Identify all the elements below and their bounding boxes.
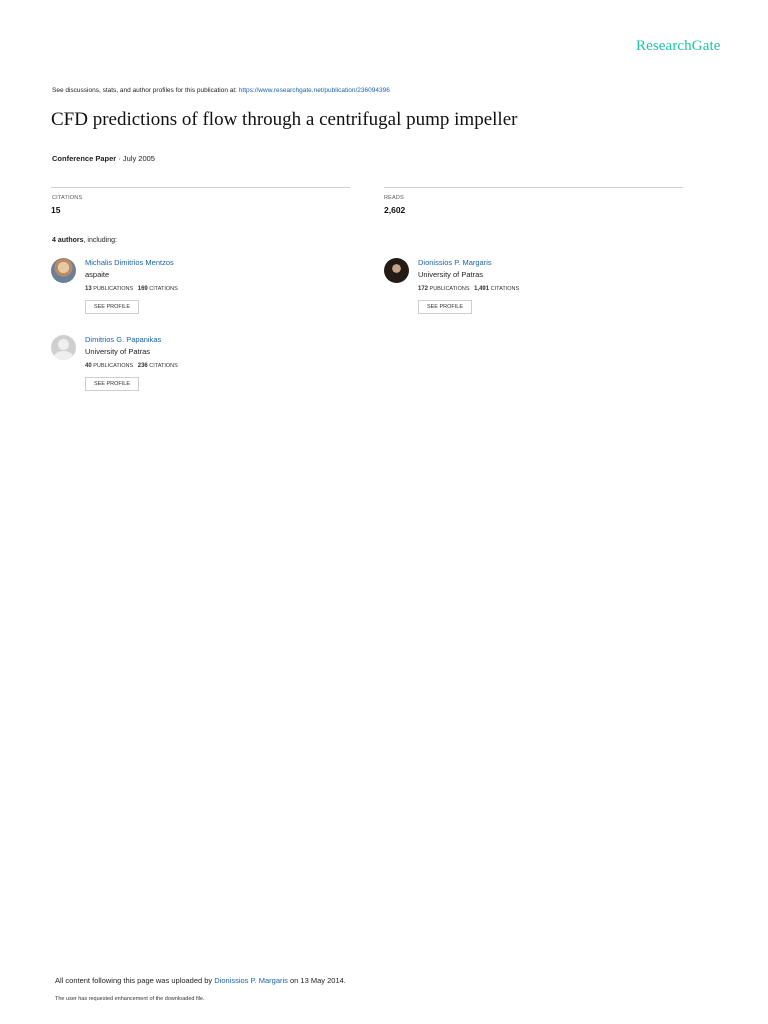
discussion-notice: See discussions, stats, and author profi… xyxy=(52,87,390,94)
author-stats: 172 PUBLICATIONS 1,491 CITATIONS xyxy=(418,286,519,292)
meta-separator: · xyxy=(116,154,123,163)
citations-count: 1,491 xyxy=(474,286,490,292)
paper-meta: Conference Paper · July 2005 xyxy=(52,154,155,163)
see-profile-button[interactable]: SEE PROFILE xyxy=(85,377,139,391)
author-institution: University of Patras xyxy=(85,347,151,356)
upload-notice: All content following this page was uplo… xyxy=(55,976,346,985)
paper-type: Conference Paper xyxy=(52,154,117,163)
citations-count: 236 xyxy=(137,363,148,369)
publications-label: PUBLICATIONS xyxy=(429,286,470,292)
upload-suffix: on 13 May 2014. xyxy=(287,976,346,985)
citations-count: 169 xyxy=(137,286,148,292)
author-institution: University of Patras xyxy=(418,270,484,279)
authors-count: 4 authors xyxy=(52,237,84,244)
authors-suffix: , including: xyxy=(83,237,117,244)
reads-label: READS xyxy=(384,195,404,201)
researchgate-logo[interactable]: ResearchGate xyxy=(636,38,720,55)
see-profile-button[interactable]: SEE PROFILE xyxy=(85,300,139,314)
discussion-text: See discussions, stats, and author profi… xyxy=(52,87,239,94)
citations-count: 15 xyxy=(51,205,61,215)
uploader-link[interactable]: Dionissios P. Margaris xyxy=(214,976,288,985)
citations-divider xyxy=(51,187,350,188)
publications-label: PUBLICATIONS xyxy=(93,286,134,292)
citations-label: CITATIONS xyxy=(52,195,83,201)
publication-link[interactable]: https://www.researchgate.net/publication… xyxy=(239,87,390,94)
citations-label: CITATIONS xyxy=(149,363,178,369)
publications-count: 172 xyxy=(418,286,429,292)
author-name-link[interactable]: Michalis Dimitrios Mentzos xyxy=(85,258,174,267)
author-name-link[interactable]: Dionissios P. Margaris xyxy=(418,258,492,267)
default-avatar-icon[interactable] xyxy=(51,335,76,360)
author-avatar[interactable] xyxy=(51,258,76,283)
upload-prefix: All content following this page was uplo… xyxy=(55,976,215,985)
reads-count: 2,602 xyxy=(384,205,406,215)
publications-count: 13 xyxy=(85,286,92,292)
author-name-link[interactable]: Dimitrios G. Papanikas xyxy=(85,335,161,344)
paper-date: July 2005 xyxy=(122,154,155,163)
citations-label: CITATIONS xyxy=(490,286,520,292)
see-profile-button[interactable]: SEE PROFILE xyxy=(418,300,472,314)
author-institution: aspaite xyxy=(85,270,110,279)
authors-heading: 4 authors, including: xyxy=(52,237,117,244)
paper-title: CFD predictions of flow through a centri… xyxy=(51,109,518,130)
citations-label: CITATIONS xyxy=(149,286,178,292)
author-stats: 13 PUBLICATIONS 169 CITATIONS xyxy=(85,286,178,292)
reads-divider xyxy=(384,187,683,188)
publications-count: 40 xyxy=(85,363,92,369)
enhancement-note: The user has requested enhancement of th… xyxy=(55,996,205,1002)
author-stats: 40 PUBLICATIONS 236 CITATIONS xyxy=(85,363,178,369)
author-avatar[interactable] xyxy=(384,258,409,283)
publications-label: PUBLICATIONS xyxy=(93,363,134,369)
